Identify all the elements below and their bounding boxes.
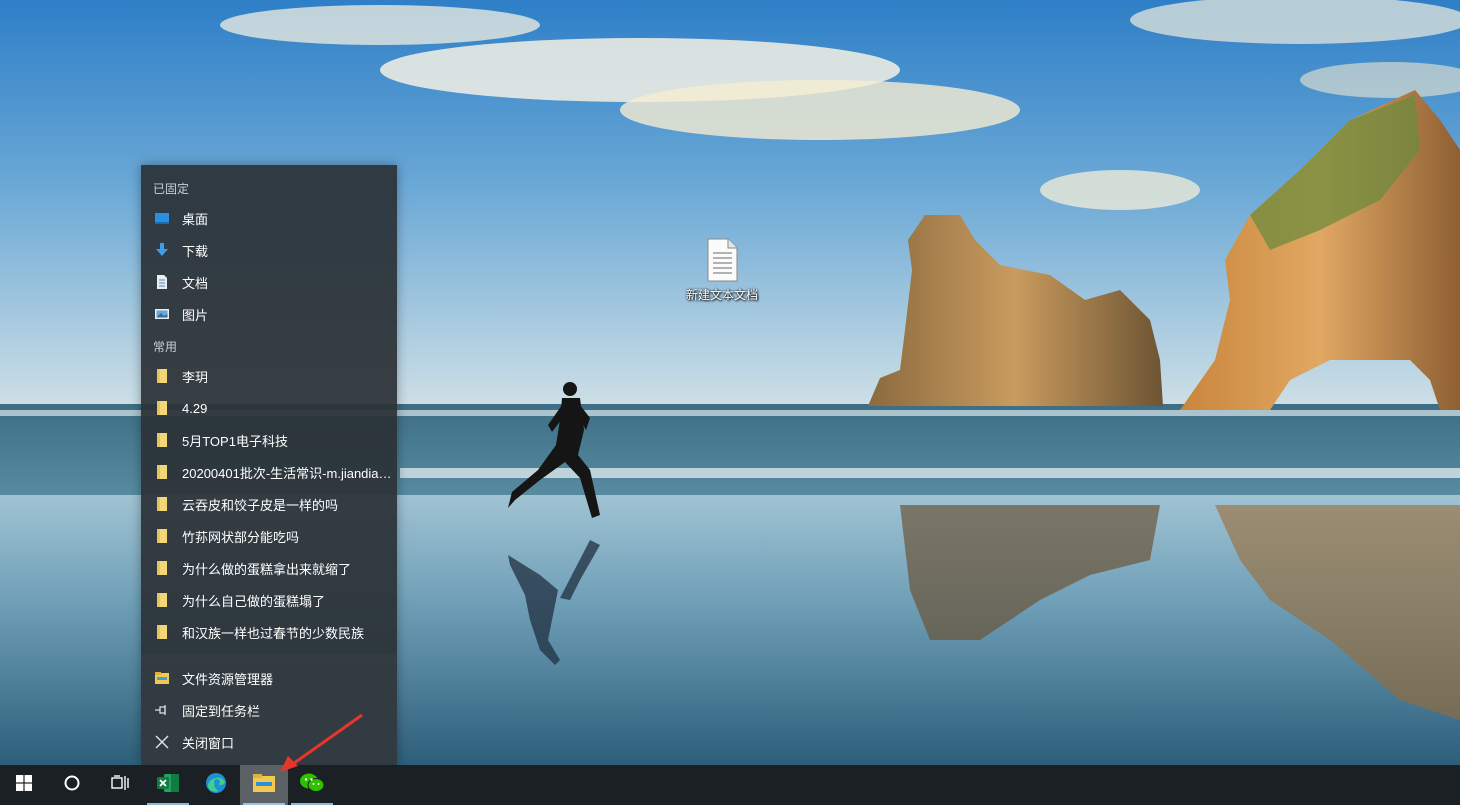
task-label: 固定到任务栏 [182,703,261,719]
pinned-item-pictures[interactable]: 图片 [141,298,397,330]
taskbar-edge-button[interactable] [192,765,240,805]
frequent-item[interactable]: 李玥 [141,360,397,392]
task-view-button[interactable] [96,765,144,805]
folder-icon [154,560,170,576]
pin-icon [154,702,170,718]
folder-icon [154,368,170,384]
task-open-file-explorer[interactable]: 文件资源管理器 [141,662,397,694]
folder-icon [154,400,170,416]
pinned-item-label: 桌面 [182,211,209,227]
download-icon [154,242,170,258]
frequent-item[interactable]: 为什么做的蛋糕拿出来就缩了 [141,552,397,584]
taskbar-wechat-button[interactable] [288,765,336,805]
task-label: 文件资源管理器 [182,671,274,687]
frequent-item-label: 云吞皮和饺子皮是一样的吗 [182,497,339,513]
desktop-file-new-text-document[interactable]: 新建文本文档 [676,238,768,303]
taskbar-file-explorer-button[interactable] [240,765,288,805]
frequent-item[interactable]: 和汉族一样也过春节的少数民族 [141,616,397,648]
frequent-item[interactable]: 4.29 [141,392,397,424]
frequent-item-label: 和汉族一样也过春节的少数民族 [182,625,365,641]
file-explorer-icon [154,670,170,686]
desktop-icon [154,210,170,226]
task-view-icon [110,774,130,797]
desktop-icon-label: 新建文本文档 [685,288,758,302]
search-button[interactable] [48,765,96,805]
task-close-window[interactable]: 关闭窗口 [141,726,397,758]
taskbar [0,765,1460,805]
wechat-icon [299,772,325,799]
task-pin-to-taskbar[interactable]: 固定到任务栏 [141,694,397,726]
task-label: 关闭窗口 [182,735,235,751]
folder-icon [154,464,170,480]
pictures-icon [154,306,170,322]
file-explorer-icon [252,773,276,798]
frequent-section-title: 常用 [153,340,178,354]
windows-logo-icon [16,774,32,796]
frequent-item[interactable]: 5月TOP1电子科技 [141,424,397,456]
frequent-item-label: 李玥 [182,369,209,385]
pinned-item-label: 文档 [182,275,209,291]
pinned-section-title: 已固定 [153,182,190,196]
folder-icon [154,528,170,544]
file-explorer-jump-list: 已固定 桌面 下载 文档 图片 常用 李玥 4.29 5月TOP1电子科技 20… [141,165,397,765]
frequent-item-label: 20200401批次-生活常识-m.jiandiao.... [182,465,396,481]
folder-icon [154,496,170,512]
folder-icon [154,432,170,448]
frequent-item[interactable]: 为什么自己做的蛋糕塌了 [141,584,397,616]
folder-icon [154,592,170,608]
close-icon [154,734,170,750]
frequent-item-label: 为什么自己做的蛋糕塌了 [182,593,326,609]
pinned-item-downloads[interactable]: 下载 [141,234,397,266]
edge-icon [204,771,228,800]
cortana-circle-icon [63,774,81,797]
start-button[interactable] [0,765,48,805]
pinned-item-desktop[interactable]: 桌面 [141,202,397,234]
taskbar-excel-button[interactable] [144,765,192,805]
excel-icon [156,772,180,799]
frequent-item[interactable]: 20200401批次-生活常识-m.jiandiao.... [141,456,397,488]
frequent-item[interactable]: 竹荪网状部分能吃吗 [141,520,397,552]
frequent-item-label: 5月TOP1电子科技 [182,433,288,449]
frequent-item-label: 竹荪网状部分能吃吗 [182,529,300,545]
folder-icon [154,624,170,640]
documents-icon [154,274,170,290]
frequent-item[interactable]: 云吞皮和饺子皮是一样的吗 [141,488,397,520]
pinned-item-label: 下载 [182,243,209,259]
pinned-item-documents[interactable]: 文档 [141,266,397,298]
frequent-item-label: 4.29 [182,400,208,416]
text-document-icon [707,238,738,282]
frequent-item-label: 为什么做的蛋糕拿出来就缩了 [182,561,352,577]
pinned-item-label: 图片 [182,307,209,323]
